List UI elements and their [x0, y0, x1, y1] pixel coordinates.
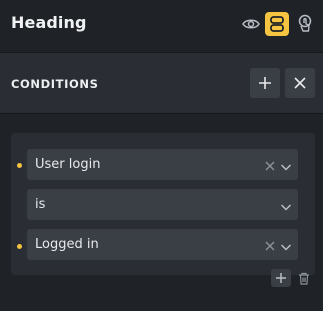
- required-marker: [17, 163, 22, 168]
- stack-view-button[interactable]: [265, 12, 289, 36]
- chevron-down-icon[interactable]: [280, 238, 292, 257]
- panel-header: Heading: [0, 0, 323, 52]
- interaction-button[interactable]: [292, 11, 318, 37]
- delete-condition-button[interactable]: [294, 269, 314, 287]
- touch-icon: [298, 14, 312, 32]
- select-value: Logged in: [35, 237, 99, 252]
- clear-icon[interactable]: [264, 237, 276, 256]
- chevron-down-icon[interactable]: [280, 158, 292, 177]
- close-icon: [294, 77, 306, 89]
- condition-operator-select[interactable]: is: [27, 189, 298, 220]
- section-title: CONDITIONS: [11, 77, 99, 91]
- clear-icon[interactable]: [264, 157, 276, 176]
- remove-conditions-button[interactable]: [285, 68, 315, 98]
- condition-value-select[interactable]: Logged in: [27, 229, 298, 260]
- conditions-section-header: CONDITIONS: [0, 52, 323, 114]
- stack-icon: [270, 16, 284, 32]
- select-value: User login: [35, 157, 101, 172]
- visibility-toggle-button[interactable]: [238, 11, 264, 37]
- plus-icon: [276, 273, 286, 283]
- eye-icon: [242, 19, 260, 29]
- chevron-down-icon[interactable]: [280, 198, 292, 217]
- condition-field-select[interactable]: User login: [27, 149, 298, 180]
- required-marker: [17, 244, 22, 249]
- trash-icon: [299, 272, 309, 285]
- panel-title: Heading: [11, 13, 87, 32]
- select-value: is: [35, 197, 46, 212]
- add-condition-button[interactable]: [271, 269, 291, 287]
- add-condition-group-button[interactable]: [250, 68, 280, 98]
- plus-icon: [259, 77, 271, 89]
- condition-group: User login is Logged in: [11, 133, 315, 275]
